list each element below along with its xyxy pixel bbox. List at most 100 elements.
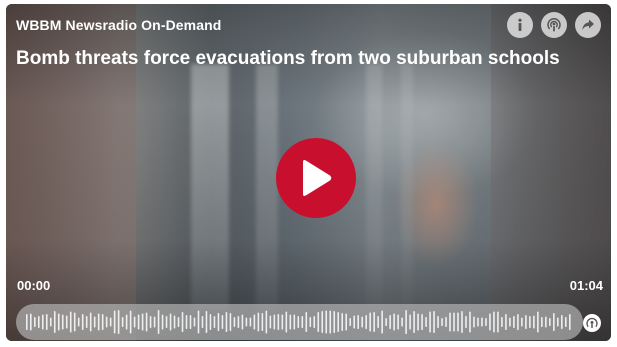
waveform-bar xyxy=(549,318,551,326)
waveform-bar xyxy=(105,316,108,328)
waveform-bar xyxy=(529,316,531,328)
waveform-bar xyxy=(541,317,543,327)
waveform-bar xyxy=(429,311,431,333)
waveform-bar xyxy=(249,317,252,327)
play-button[interactable] xyxy=(276,138,356,218)
waveform-bar xyxy=(117,310,120,334)
waveform-bar xyxy=(237,316,240,328)
waveform-bar xyxy=(461,311,463,333)
waveform-bar xyxy=(361,316,363,328)
waveform-bar xyxy=(81,314,84,330)
waveform-bar xyxy=(561,315,563,329)
waveform-bar xyxy=(181,312,184,332)
waveform-bar xyxy=(121,317,124,327)
play-icon xyxy=(303,160,332,196)
waveform-bar xyxy=(333,311,336,333)
current-time: 00:00 xyxy=(17,278,51,293)
waveform-bar xyxy=(445,317,447,327)
waveform-bar xyxy=(89,312,92,332)
waveform-bar xyxy=(397,314,399,330)
podcast-button[interactable] xyxy=(541,12,567,38)
waveform-bar xyxy=(145,312,148,332)
waveform-bar xyxy=(185,315,188,329)
waveform-bar xyxy=(453,312,455,332)
waveform-bar xyxy=(213,316,216,328)
waveform-bar xyxy=(77,317,80,327)
waveform-bar xyxy=(405,310,407,334)
waveform-bar xyxy=(277,314,280,330)
waveform xyxy=(26,310,571,334)
waveform-bar xyxy=(381,310,383,334)
waveform-bar xyxy=(433,311,435,333)
waveform-bar xyxy=(233,317,236,327)
info-icon xyxy=(518,18,522,31)
waveform-bar xyxy=(161,314,164,330)
waveform-bar xyxy=(57,313,60,331)
podcast-link-button[interactable] xyxy=(581,312,603,334)
waveform-bar xyxy=(465,316,467,328)
waveform-bar xyxy=(557,317,559,327)
waveform-bar xyxy=(217,313,220,331)
waveform-bar xyxy=(293,314,296,330)
waveform-bar xyxy=(165,316,168,328)
waveform-bar xyxy=(133,316,136,328)
waveform-bar xyxy=(413,311,415,333)
waveform-bar xyxy=(409,314,411,330)
source-label: WBBM Newsradio On-Demand xyxy=(16,17,222,33)
waveform-bar xyxy=(241,314,244,330)
waveform-bar xyxy=(493,311,495,333)
waveform-bar xyxy=(29,313,32,331)
waveform-bar xyxy=(353,315,355,329)
waveform-bar xyxy=(189,315,192,329)
waveform-bar xyxy=(373,312,375,332)
waveform-bar xyxy=(385,318,387,326)
waveform-bar xyxy=(517,314,519,330)
info-button[interactable] xyxy=(507,12,533,38)
waveform-bar xyxy=(305,312,308,332)
waveform-bar xyxy=(101,314,104,330)
waveform-bar xyxy=(97,313,100,331)
waveform-bar xyxy=(137,314,140,330)
waveform-bar xyxy=(477,317,479,327)
waveform-bar xyxy=(473,316,475,328)
waveform-bar xyxy=(421,314,423,330)
waveform-bar xyxy=(273,314,276,330)
waveform-bar xyxy=(221,315,224,329)
waveform-bar xyxy=(173,315,176,329)
waveform-bar xyxy=(569,314,571,330)
waveform-bar xyxy=(401,317,403,327)
waveform-bar xyxy=(441,318,443,326)
waveform-bar xyxy=(309,317,312,327)
top-icon-bar xyxy=(507,12,601,38)
waveform-bar xyxy=(73,312,76,332)
waveform-bar xyxy=(301,316,304,328)
waveform-bar xyxy=(177,317,180,327)
waveform-bar xyxy=(349,318,352,326)
waveform-bar xyxy=(485,318,487,326)
waveform-bar xyxy=(481,317,483,327)
waveform-bar xyxy=(125,314,128,330)
waveform-bar xyxy=(525,315,527,329)
waveform-bar xyxy=(153,316,156,328)
waveform-bar xyxy=(225,312,228,332)
waveform-bar xyxy=(389,315,391,329)
waveform-bar xyxy=(377,316,379,328)
waveform-bar xyxy=(53,311,56,333)
waveform-bar xyxy=(113,310,116,334)
waveform-bar xyxy=(509,317,511,327)
share-button[interactable] xyxy=(575,12,601,38)
waveform-bar xyxy=(545,316,547,328)
waveform-bar xyxy=(45,314,48,330)
waveform-bar xyxy=(65,315,68,329)
waveform-bar xyxy=(169,313,172,331)
waveform-bar xyxy=(69,311,72,333)
waveform-bar xyxy=(253,314,256,330)
waveform-scrubber[interactable] xyxy=(16,304,583,340)
episode-title: Bomb threats force evacuations from two … xyxy=(16,48,560,69)
waveform-bar xyxy=(41,314,44,330)
waveform-bar xyxy=(513,316,515,328)
waveform-bar xyxy=(345,313,348,331)
waveform-bar xyxy=(245,317,248,327)
waveform-bar xyxy=(329,310,332,334)
audio-player: WBBM Newsradio On-Demand Bomb threats fo… xyxy=(6,4,611,341)
